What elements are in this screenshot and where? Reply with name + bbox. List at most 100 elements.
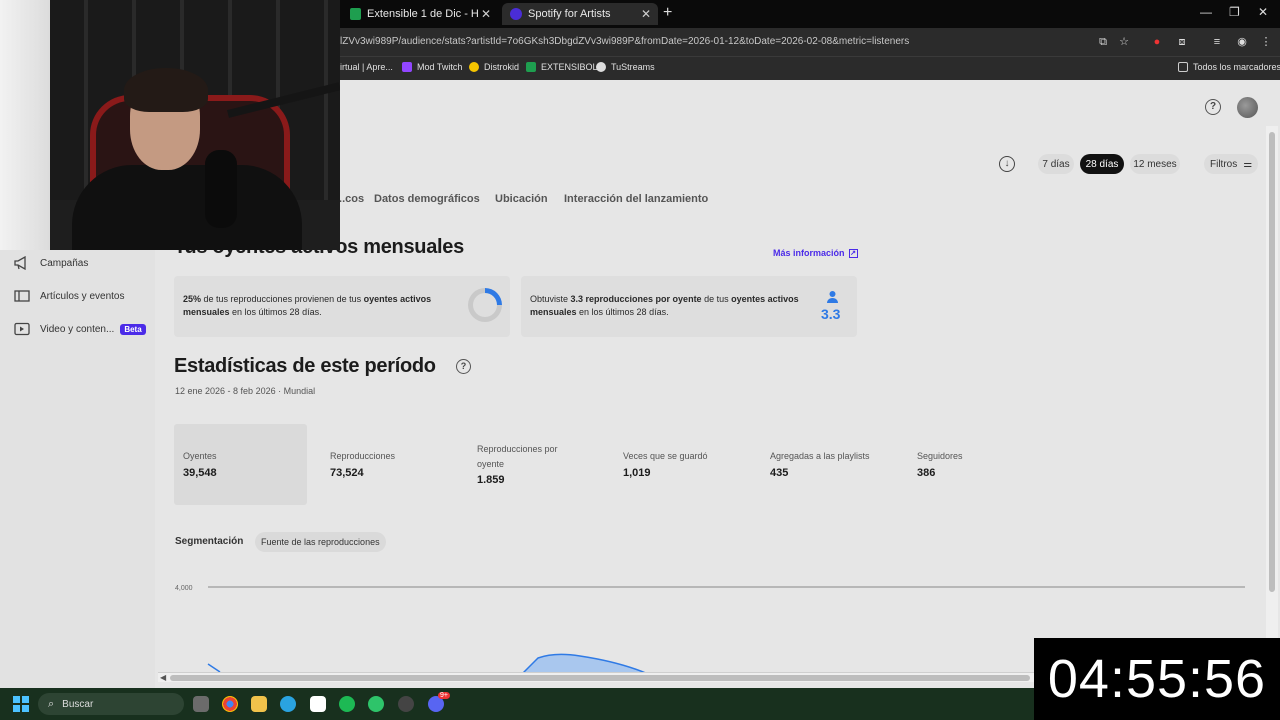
metric-label: Seguidores [917, 451, 963, 461]
extension-red-icon[interactable]: ● [1150, 35, 1164, 49]
twitch-icon [402, 62, 412, 72]
bookmark-item[interactable]: TuStreams [596, 62, 655, 72]
segmentation-source-pill[interactable]: Fuente de las reproducciones [255, 532, 386, 552]
horizontal-scrollbar[interactable]: ◀ [158, 672, 1034, 682]
metric-streams[interactable]: Reproducciones 73,524 [321, 424, 454, 505]
distrokid-icon [469, 62, 479, 72]
sidebar-item-video[interactable]: Video y conten... Beta [14, 322, 146, 336]
tab-sheets[interactable]: Extensible 1 de Dic - Hojas de cá ✕ [342, 3, 498, 25]
sliders-icon: ⚌ [1243, 158, 1253, 170]
person-hair [124, 68, 208, 112]
bookmark-label: TuStreams [611, 62, 655, 72]
tab-release-engagement[interactable]: Interacción del lanzamiento [564, 193, 708, 205]
text-fragment: en los últimos 28 días. [229, 307, 322, 317]
windows-start-icon[interactable] [13, 696, 29, 712]
bookmark-label: irtual | Apre... [340, 62, 393, 72]
metric-value: 73,524 [330, 467, 364, 479]
sheets-icon [526, 62, 536, 72]
webcam-overlay [0, 0, 340, 250]
metric-followers[interactable]: Seguidores 386 [908, 424, 1041, 505]
text-fragment: Obtuviste [530, 294, 571, 304]
tab-demographics[interactable]: Datos demográficos [374, 193, 480, 205]
help-icon[interactable]: ? [456, 359, 471, 374]
range-12-months[interactable]: 12 meses [1130, 154, 1180, 174]
metric-value: 1.859 [477, 474, 505, 486]
search-placeholder: Buscar [62, 698, 94, 710]
ticket-icon [14, 290, 30, 302]
bookmark-item[interactable]: irtual | Apre... [340, 62, 393, 72]
sidebar-item-label: Campañas [40, 257, 89, 269]
scroll-thumb[interactable] [1269, 132, 1275, 592]
maximize-icon[interactable]: ❐ [1229, 5, 1240, 19]
new-tab-icon[interactable]: + [663, 4, 672, 22]
sidebar-item-articles-events[interactable]: Artículos y eventos [14, 289, 124, 303]
close-tab-icon[interactable]: ✕ [638, 7, 654, 21]
metric-listeners[interactable]: Oyentes 39,548 [174, 424, 307, 505]
spotify-icon [510, 8, 522, 20]
bookmark-item[interactable]: EXTENSIBOL [526, 62, 598, 72]
range-28-days[interactable]: 28 días [1080, 154, 1124, 174]
metric-label: Oyentes [183, 451, 217, 461]
wall-light [0, 0, 50, 250]
range-7-days[interactable]: 7 días [1038, 154, 1074, 174]
avatar[interactable] [1237, 97, 1258, 118]
filters-button[interactable]: Filtros ⚌ [1204, 154, 1258, 174]
discord-badge: 9+ [438, 692, 450, 699]
metric-saves[interactable]: Veces que se guardó 1,019 [614, 424, 747, 505]
person-icon [827, 291, 838, 303]
metric-value: 1,019 [623, 467, 651, 479]
spotify-icon[interactable] [339, 696, 355, 712]
microphone [205, 150, 237, 228]
scroll-left-icon[interactable]: ◀ [160, 673, 166, 682]
metric-label: Veces que se guardó [623, 451, 708, 461]
sidebar-item-label: Artículos y eventos [40, 290, 125, 302]
tab-overview[interactable]: ...cos [336, 193, 364, 205]
install-app-icon[interactable]: ⧉ [1096, 35, 1110, 49]
chrome-icon[interactable] [222, 696, 238, 712]
help-icon[interactable]: ? [1205, 99, 1221, 115]
obs-icon[interactable] [398, 696, 414, 712]
close-window-icon[interactable]: ✕ [1258, 5, 1268, 19]
telegram-icon[interactable] [280, 696, 296, 712]
search-icon: ⌕ [48, 697, 55, 710]
download-icon[interactable]: ↓ [999, 156, 1015, 172]
streams-per-listener-text: Obtuviste 3.3 reproducciones por oyente … [530, 293, 815, 319]
megaphone-icon [14, 256, 26, 270]
bookmark-item[interactable]: Distrokid [469, 62, 519, 72]
tab-spotify[interactable]: Spotify for Artists ✕ [502, 3, 658, 25]
bookmark-star-icon[interactable]: ☆ [1117, 35, 1131, 49]
all-bookmarks[interactable]: Todos los marcadores [1178, 62, 1280, 72]
bookmark-item[interactable]: Mod Twitch [402, 62, 462, 72]
sidebar-item-campaigns[interactable]: Campañas [14, 256, 88, 270]
profile-icon[interactable]: ◉ [1235, 35, 1249, 49]
minimize-icon[interactable]: — [1200, 5, 1212, 19]
text-fragment: de tus reproducciones provienen de tus [201, 294, 364, 304]
capcut-icon[interactable] [310, 696, 326, 712]
active-share-text: 25% de tus reproducciones provienen de t… [183, 293, 458, 319]
vertical-scrollbar[interactable] [1266, 126, 1278, 638]
video-icon [14, 322, 30, 336]
url-field[interactable]: lZVv3wi989P/audience/stats?artistId=7o6G… [340, 36, 909, 47]
extensions-icon[interactable]: ⧈ [1175, 35, 1189, 49]
close-tab-icon[interactable]: ✕ [478, 7, 494, 21]
metric-label: Agregadas a las playlists [770, 451, 870, 461]
folder-icon [1178, 62, 1188, 72]
edge-icon[interactable] [368, 696, 384, 712]
person-body [72, 165, 302, 250]
taskbar-search[interactable]: ⌕ Buscar [38, 693, 184, 715]
tustreams-icon [596, 62, 606, 72]
task-view-icon[interactable] [193, 696, 209, 712]
metric-streams-per-listener[interactable]: Reproducciones por oyente 1.859 [468, 424, 601, 505]
all-bookmarks-label: Todos los marcadores [1193, 62, 1280, 72]
file-explorer-icon[interactable] [251, 696, 267, 712]
more-info-link[interactable]: Más información ↗ [773, 248, 858, 258]
menu-icon[interactable]: ⋮ [1259, 35, 1273, 49]
scroll-thumb[interactable] [170, 675, 1030, 681]
metric-playlist-adds[interactable]: Agregadas a las playlists 435 [761, 424, 894, 505]
series-line-left [207, 663, 221, 673]
period-range: 12 ene 2026 - 8 feb 2026 · Mundial [175, 386, 316, 396]
period-stats-title: Estadísticas de este período [174, 355, 436, 377]
tab-location[interactable]: Ubicación [495, 193, 548, 205]
streams-per-listener-value: 3.3 [821, 306, 841, 322]
media-icon[interactable]: ≡ [1210, 35, 1224, 49]
